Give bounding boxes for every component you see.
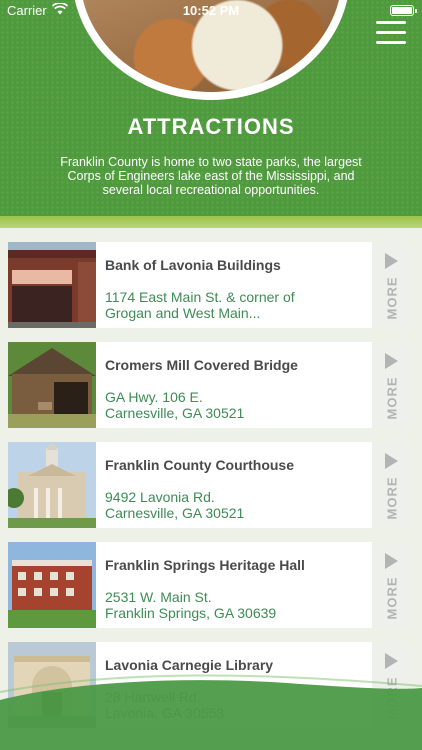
attraction-address: GA Hwy. 106 E. Carnesville, GA 30521 [105, 389, 372, 421]
address-line: 1174 East Main St. & corner of [105, 289, 295, 305]
hamburger-icon-bar [376, 31, 406, 34]
more-button[interactable]: MORE [372, 342, 412, 428]
attraction-name: Franklin County Courthouse [105, 457, 294, 473]
more-label: MORE [384, 576, 400, 620]
attraction-thumbnail [8, 542, 96, 628]
attraction-name: Lavonia Carnegie Library [105, 657, 274, 673]
more-label: MORE [384, 676, 400, 720]
hamburger-icon-bar [376, 41, 406, 44]
attraction-name: Franklin Springs Heritage Hall [105, 557, 305, 573]
more-label: MORE [384, 376, 400, 420]
attraction-address: 2531 W. Main St. Franklin Springs, GA 30… [105, 589, 372, 621]
attraction-thumbnail [8, 342, 96, 428]
attraction-name: Cromers Mill Covered Bridge [105, 357, 298, 373]
address-line: GA Hwy. 106 E. [105, 389, 203, 405]
page-intro: Franklin County is home to two state par… [60, 155, 362, 197]
address-line: Grogan and West Main... [105, 305, 261, 321]
address-line: 2531 W. Main St. [105, 589, 212, 605]
play-arrow-icon [385, 453, 398, 469]
attraction-card[interactable]: Franklin Springs Heritage Hall 2531 W. M… [8, 542, 412, 628]
attraction-card[interactable]: Cromers Mill Covered Bridge GA Hwy. 106 … [8, 342, 412, 428]
attraction-address: 9492 Lavonia Rd. Carnesville, GA 30521 [105, 489, 372, 521]
hamburger-icon-bar [376, 21, 406, 24]
more-button[interactable]: MORE [372, 442, 412, 528]
play-arrow-icon [385, 653, 398, 669]
address-line: 9492 Lavonia Rd. [105, 489, 215, 505]
attraction-card[interactable]: Franklin County Courthouse 9492 Lavonia … [8, 442, 412, 528]
attraction-name: Bank of Lavonia Buildings [105, 257, 281, 273]
address-line: Lavonia, GA 30553 [105, 705, 225, 721]
more-button[interactable]: MORE [372, 642, 412, 728]
attraction-address: 1174 East Main St. & corner of Grogan an… [105, 289, 372, 321]
address-line: 28 Hartwell Rd. [105, 689, 201, 705]
page-title: ATTRACTIONS [127, 114, 295, 139]
header-banner: ATTRACTIONS Franklin County is home to t… [0, 0, 422, 222]
battery-icon [390, 5, 417, 16]
more-label: MORE [384, 476, 400, 520]
attraction-thumbnail [8, 642, 96, 728]
address-line: Carnesville, GA 30521 [105, 505, 245, 521]
more-button[interactable]: MORE [372, 542, 412, 628]
status-bar: Carrier 10:52 PM [0, 0, 422, 22]
menu-button[interactable] [376, 19, 406, 45]
header-accent-strip [0, 216, 422, 228]
address-line: Franklin Springs, GA 30639 [105, 605, 277, 621]
attraction-thumbnail [8, 442, 96, 528]
address-line: Carnesville, GA 30521 [105, 405, 245, 421]
more-button[interactable]: MORE [372, 242, 412, 328]
more-label: MORE [384, 276, 400, 320]
attraction-address: 28 Hartwell Rd. Lavonia, GA 30553 [105, 689, 372, 721]
play-arrow-icon [385, 253, 398, 269]
attraction-card[interactable]: Bank of Lavonia Buildings 1174 East Main… [8, 242, 412, 328]
play-arrow-icon [385, 353, 398, 369]
attraction-card[interactable]: Lavonia Carnegie Library 28 Hartwell Rd.… [8, 642, 412, 728]
attraction-thumbnail [8, 242, 96, 328]
play-arrow-icon [385, 553, 398, 569]
clock: 10:52 PM [182, 3, 240, 18]
